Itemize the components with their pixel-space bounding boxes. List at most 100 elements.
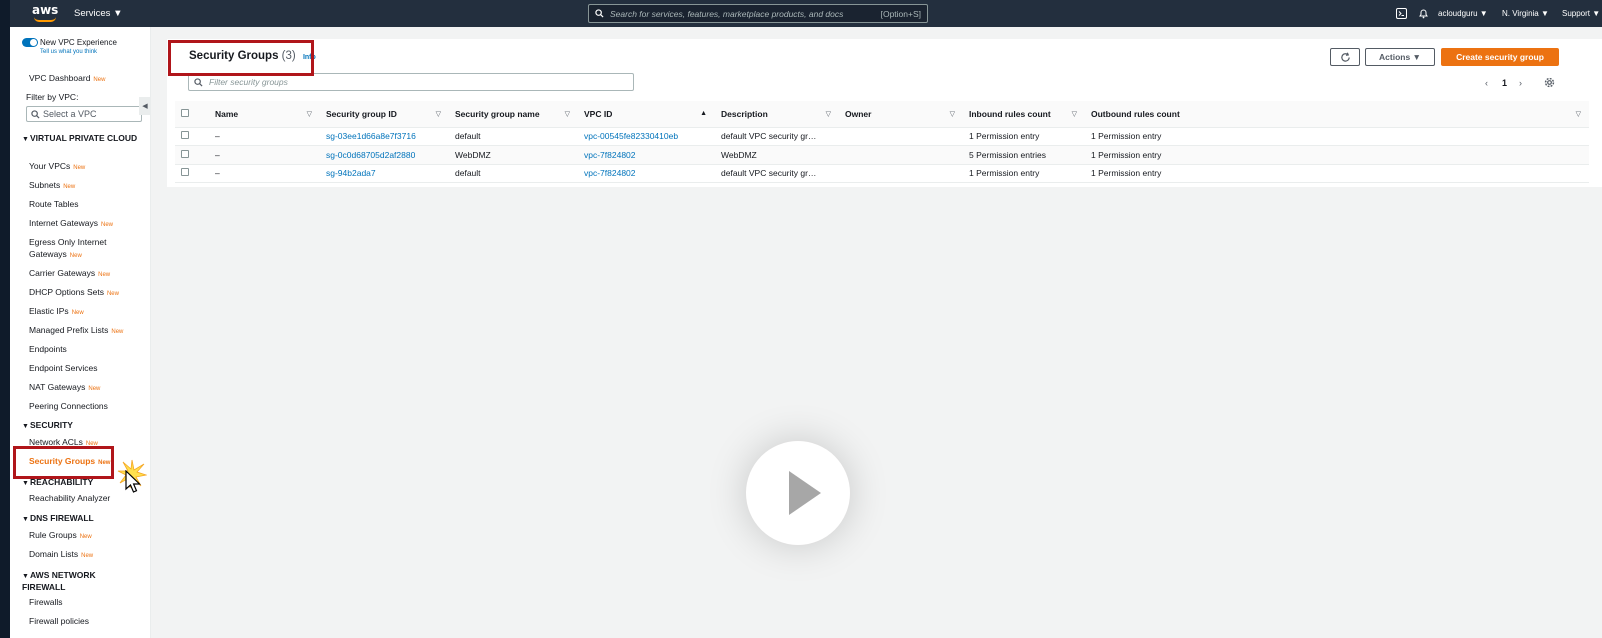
sidebar-item-label: Your VPCs (29, 161, 71, 171)
new-badge: New (81, 553, 94, 559)
create-security-group-button[interactable]: Create security group (1441, 48, 1559, 66)
sidebar-item-reachability-analyzer[interactable]: Reachability Analyzer (29, 493, 110, 503)
sidebar-item-vpc-dashboard[interactable]: VPC Dashboard New (29, 73, 105, 83)
cell-name: – (209, 164, 320, 183)
filter-placeholder: Filter security groups (209, 77, 288, 87)
sidebar-item-route-tables[interactable]: Route Tables (29, 199, 78, 209)
sidebar-item-egress-only-gateways[interactable]: Egress Only Internet (29, 237, 106, 247)
sidebar-item-rule-groups[interactable]: Rule Groups New (29, 530, 92, 540)
column-header-owner[interactable]: Owner ▽ (839, 101, 963, 128)
column-header-name[interactable]: Name ▽ (209, 101, 320, 128)
bell-icon[interactable] (1418, 8, 1429, 19)
table-row[interactable]: – sg-0c0d68705d2af2880 WebDMZ vpc-7f8248… (175, 145, 1589, 165)
support-menu[interactable]: Support ▼ (1562, 9, 1600, 18)
section-dns-firewall[interactable]: ▼DNS FIREWALL (22, 513, 94, 525)
sort-ascending-icon[interactable]: ▲ (700, 110, 707, 117)
sidebar-item-label: Managed Prefix Lists (29, 325, 109, 335)
caret-down-icon: ▼ (22, 136, 29, 143)
new-badge: New (106, 291, 119, 297)
table-row[interactable]: – sg-94b2ada7 default vpc-7f824802 defau… (175, 164, 1589, 183)
column-header-description[interactable]: Description ▽ (715, 101, 839, 128)
sidebar-item-carrier-gateways[interactable]: Carrier Gateways New (29, 268, 110, 278)
sort-icon[interactable]: ▽ (826, 110, 831, 118)
sidebar-item-internet-gateways[interactable]: Internet Gateways New (29, 218, 113, 228)
previous-page-icon[interactable]: ‹ (1485, 78, 1488, 88)
global-search-input[interactable]: Search for services, features, marketpla… (588, 4, 928, 23)
sidebar-item-egress-only-gateways-line2[interactable]: Gateways New (29, 249, 82, 259)
sidebar-item-firewalls[interactable]: Firewalls (29, 597, 63, 607)
collapse-sidebar-button[interactable]: ◀ (139, 97, 151, 115)
section-label: AWS NETWORK FIREWALL (22, 570, 96, 592)
vpc-select-placeholder: Select a VPC (43, 109, 97, 119)
mouse-pointer-icon (125, 470, 141, 493)
sidebar-item-endpoint-services[interactable]: Endpoint Services (29, 363, 98, 373)
sidebar-item-domain-lists[interactable]: Domain Lists New (29, 549, 93, 559)
sort-icon[interactable]: ▽ (1072, 110, 1077, 118)
caret-down-icon: ▼ (22, 423, 29, 430)
next-page-icon[interactable]: › (1519, 78, 1522, 88)
sort-icon[interactable]: ▽ (307, 110, 312, 118)
section-security[interactable]: ▼SECURITY (22, 420, 73, 432)
new-badge: New (111, 329, 124, 335)
row-checkbox[interactable] (181, 168, 189, 177)
column-header-outbound-rules-count[interactable]: Outbound rules count ▽ (1085, 101, 1589, 128)
column-label: Security group ID (326, 108, 397, 119)
aws-logo[interactable]: aws (32, 3, 60, 23)
vpc-select[interactable]: Select a VPC (26, 106, 142, 122)
row-checkbox[interactable] (181, 149, 189, 158)
video-play-button[interactable] (746, 441, 850, 545)
caret-down-icon: ▼ (22, 573, 29, 580)
services-menu[interactable]: Services ▼ (74, 8, 122, 19)
sidebar-item-dhcp-options-sets[interactable]: DHCP Options Sets New (29, 287, 119, 297)
actions-button[interactable]: Actions ▼ (1365, 48, 1435, 66)
cell-security-group-id-link[interactable]: sg-03ee1d66a8e7f3716 (320, 127, 449, 146)
cell-security-group-id-link[interactable]: sg-0c0d68705d2af2880 (320, 145, 449, 165)
sort-icon[interactable]: ▽ (436, 110, 441, 118)
cell-vpc-id-link[interactable]: vpc-7f824802 (578, 164, 715, 183)
sidebar-item-nat-gateways[interactable]: NAT Gateways New (29, 382, 100, 392)
app-frame: aws Services ▼ Search for services, feat… (10, 0, 1602, 638)
new-experience-toggle[interactable] (22, 38, 38, 47)
feedback-link[interactable]: Tell us what you think (40, 49, 97, 55)
row-select-cell (175, 164, 209, 183)
current-page[interactable]: 1 (1502, 78, 1507, 88)
section-virtual-private-cloud[interactable]: ▼VIRTUAL PRIVATE CLOUD (22, 133, 142, 145)
sidebar-item-label: VPC Dashboard (29, 73, 91, 83)
column-header-security-group-id[interactable]: Security group ID ▽ (320, 101, 449, 128)
sidebar-item-elastic-ips[interactable]: Elastic IPs New (29, 306, 84, 316)
search-icon (595, 9, 604, 18)
column-label: Outbound rules count (1091, 108, 1180, 119)
sort-icon[interactable]: ▽ (565, 110, 570, 118)
sidebar-item-subnets[interactable]: Subnets New (29, 180, 75, 190)
cell-outbound-rules: 1 Permission entry (1085, 127, 1589, 146)
sidebar-item-your-vpcs[interactable]: Your VPCs New (29, 161, 85, 171)
sidebar-item-label: Gateways (29, 249, 67, 259)
cloudshell-icon[interactable] (1396, 8, 1407, 19)
sidebar-item-firewall-policies[interactable]: Firewall policies (29, 616, 89, 626)
sidebar-item-endpoints[interactable]: Endpoints (29, 344, 67, 354)
gear-icon[interactable] (1544, 77, 1555, 88)
select-all-checkbox[interactable] (181, 108, 189, 117)
table-row[interactable]: – sg-03ee1d66a8e7f3716 default vpc-00545… (175, 127, 1589, 146)
select-all-cell (175, 101, 209, 128)
sidebar-item-peering-connections[interactable]: Peering Connections (29, 401, 108, 411)
cell-vpc-id-link[interactable]: vpc-7f824802 (578, 145, 715, 165)
cell-inbound-rules: 1 Permission entry (963, 127, 1085, 146)
account-menu[interactable]: acloudguru ▼ (1438, 9, 1488, 18)
sidebar-item-managed-prefix-lists[interactable]: Managed Prefix Lists New (29, 325, 123, 335)
refresh-button[interactable] (1330, 48, 1360, 66)
cell-vpc-id-link[interactable]: vpc-00545fe82330410eb (578, 127, 715, 146)
column-header-security-group-name[interactable]: Security group name ▽ (449, 101, 578, 128)
cell-name: – (209, 127, 320, 146)
cell-security-group-id-link[interactable]: sg-94b2ada7 (320, 164, 449, 183)
sidebar-item-label: Elastic IPs (29, 306, 69, 316)
row-checkbox[interactable] (181, 131, 189, 140)
sidebar-item-label: Subnets (29, 180, 61, 190)
sort-icon[interactable]: ▽ (950, 110, 955, 118)
cell-name: – (209, 145, 320, 165)
section-aws-network-firewall[interactable]: ▼AWS NETWORK FIREWALL (22, 570, 122, 593)
column-header-inbound-rules-count[interactable]: Inbound rules count ▽ (963, 101, 1085, 128)
column-header-vpc-id[interactable]: VPC ID ▲ (578, 101, 715, 128)
region-menu[interactable]: N. Virginia ▼ (1502, 9, 1549, 18)
sort-icon[interactable]: ▽ (1576, 110, 1581, 118)
